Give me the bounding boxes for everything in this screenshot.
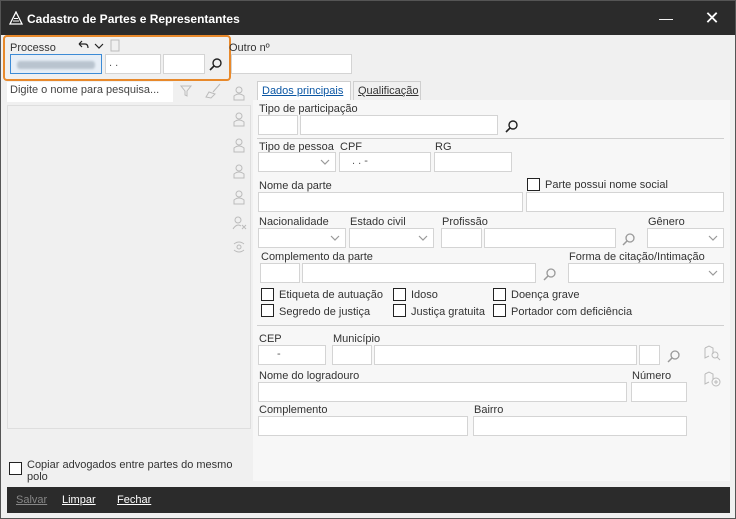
filter-icon[interactable] xyxy=(179,84,193,98)
broom-icon[interactable] xyxy=(204,83,222,99)
profissao-code[interactable] xyxy=(441,228,482,248)
forma-citacao-label: Forma de citação/Intimação xyxy=(569,251,705,263)
save-button[interactable]: Salvar xyxy=(16,494,47,506)
idoso-label: Idoso xyxy=(411,289,438,301)
swap-person-icon[interactable] xyxy=(231,239,247,255)
undo-icon[interactable] xyxy=(76,39,90,53)
search-input[interactable]: Digite o nome para pesquisa... xyxy=(7,82,173,102)
genero-select[interactable] xyxy=(647,228,724,248)
logradouro-input[interactable] xyxy=(258,382,627,402)
copiar-advogados-checkbox[interactable] xyxy=(9,462,22,475)
tab-qualificacao[interactable]: Qualificação xyxy=(353,81,421,100)
municipio-label: Município xyxy=(333,333,381,345)
window-title: Cadastro de Partes e Representantes xyxy=(27,12,240,26)
complemento-input[interactable] xyxy=(258,416,468,436)
nacionalidade-label: Nacionalidade xyxy=(259,216,329,228)
tab-dados-principais[interactable]: Dados principais xyxy=(257,81,351,100)
tipo-pessoa-select[interactable] xyxy=(258,152,336,172)
person-3-icon[interactable] xyxy=(231,189,247,205)
deficiencia-checkbox[interactable] xyxy=(493,304,506,317)
app-logo-icon xyxy=(9,11,23,25)
logradouro-label: Nome do logradouro xyxy=(259,370,360,382)
justica-gratuita-checkbox[interactable] xyxy=(393,304,406,317)
deficiencia-label: Portador com deficiência xyxy=(511,306,633,318)
add-person-icon[interactable] xyxy=(231,85,247,101)
municipio-input[interactable] xyxy=(374,345,637,365)
bairro-label: Bairro xyxy=(474,404,504,416)
nome-social-input[interactable] xyxy=(526,192,724,212)
complemento-parte-code[interactable] xyxy=(260,263,300,283)
clear-button[interactable]: Limpar xyxy=(62,494,96,506)
tipo-participacao-input[interactable] xyxy=(300,115,498,135)
search-icon[interactable] xyxy=(208,57,224,73)
nome-social-checkbox[interactable] xyxy=(527,178,540,191)
tipo-participacao-label: Tipo de participação xyxy=(259,103,358,115)
estado-civil-select[interactable] xyxy=(349,228,434,248)
search-icon[interactable] xyxy=(666,349,682,365)
search-icon[interactable] xyxy=(504,119,520,135)
segredo-justica-label: Segredo de justiça xyxy=(279,306,371,318)
person-2-icon[interactable] xyxy=(231,163,247,179)
complemento-label: Complemento xyxy=(259,404,328,416)
bairro-input[interactable] xyxy=(473,416,687,436)
outro-numero-label: Outro nº xyxy=(229,42,270,54)
idoso-checkbox[interactable] xyxy=(393,288,406,301)
estado-civil-label: Estado civil xyxy=(350,216,406,228)
processo-field-2[interactable]: . . xyxy=(105,54,161,74)
genero-label: Gênero xyxy=(648,216,685,228)
nacionalidade-select[interactable] xyxy=(258,228,346,248)
copy-icon[interactable] xyxy=(109,39,121,53)
processo-label: Processo xyxy=(10,42,56,54)
divider xyxy=(257,138,724,139)
etiqueta-checkbox[interactable] xyxy=(261,288,274,301)
parties-list[interactable] xyxy=(7,105,251,429)
chevron-down-icon xyxy=(418,235,428,241)
etiqueta-label: Etiqueta de autuação xyxy=(279,289,383,301)
title-bar: Cadastro de Partes e Representantes — ✕ xyxy=(1,1,735,35)
close-button[interactable]: ✕ xyxy=(699,5,725,31)
profissao-input[interactable] xyxy=(484,228,616,248)
chevron-down-icon[interactable] xyxy=(93,40,105,52)
close-form-button[interactable]: Fechar xyxy=(117,494,151,506)
chevron-down-icon xyxy=(708,235,718,241)
numero-input[interactable] xyxy=(631,382,687,402)
numero-label: Número xyxy=(632,370,672,382)
nome-social-label: Parte possui nome social xyxy=(545,179,668,191)
map-search-icon[interactable] xyxy=(703,344,721,362)
rg-input[interactable] xyxy=(434,152,512,172)
divider xyxy=(257,325,724,326)
cep-label: CEP xyxy=(259,333,282,345)
person-icon[interactable] xyxy=(231,111,247,127)
chevron-down-icon xyxy=(708,270,718,276)
profissao-label: Profissão xyxy=(442,216,488,228)
copiar-advogados-label: Copiar advogados entre partes do mesmo p… xyxy=(27,459,233,483)
cep-input[interactable]: - xyxy=(258,345,326,365)
complemento-parte-label: Complemento da parte xyxy=(261,251,373,263)
nome-parte-label: Nome da parte xyxy=(259,180,332,192)
forma-citacao-select[interactable] xyxy=(568,263,724,283)
uf-input[interactable] xyxy=(639,345,660,365)
map-add-icon[interactable] xyxy=(703,370,721,388)
footer-bar: Salvar Limpar Fechar xyxy=(7,487,730,513)
processo-field-3[interactable] xyxy=(163,54,205,74)
search-icon[interactable] xyxy=(621,232,637,248)
processo-number-input[interactable] xyxy=(10,54,102,74)
nome-parte-input[interactable] xyxy=(258,192,523,212)
cpf-input[interactable]: . . - xyxy=(339,152,431,172)
municipio-code[interactable] xyxy=(332,345,372,365)
search-icon[interactable] xyxy=(542,267,558,283)
remove-person-icon[interactable] xyxy=(231,215,247,231)
doenca-grave-checkbox[interactable] xyxy=(493,288,506,301)
chevron-down-icon xyxy=(330,235,340,241)
complemento-parte-input[interactable] xyxy=(302,263,536,283)
outro-numero-input[interactable] xyxy=(231,54,352,74)
main-window: Cadastro de Partes e Representantes — ✕ … xyxy=(0,0,736,519)
minimize-button[interactable]: — xyxy=(653,5,679,31)
segredo-justica-checkbox[interactable] xyxy=(261,304,274,317)
person-1-icon[interactable] xyxy=(231,137,247,153)
tipo-participacao-code[interactable] xyxy=(258,115,298,135)
chevron-down-icon xyxy=(320,159,330,165)
doenca-grave-label: Doença grave xyxy=(511,289,580,301)
justica-gratuita-label: Justiça gratuita xyxy=(411,306,485,318)
